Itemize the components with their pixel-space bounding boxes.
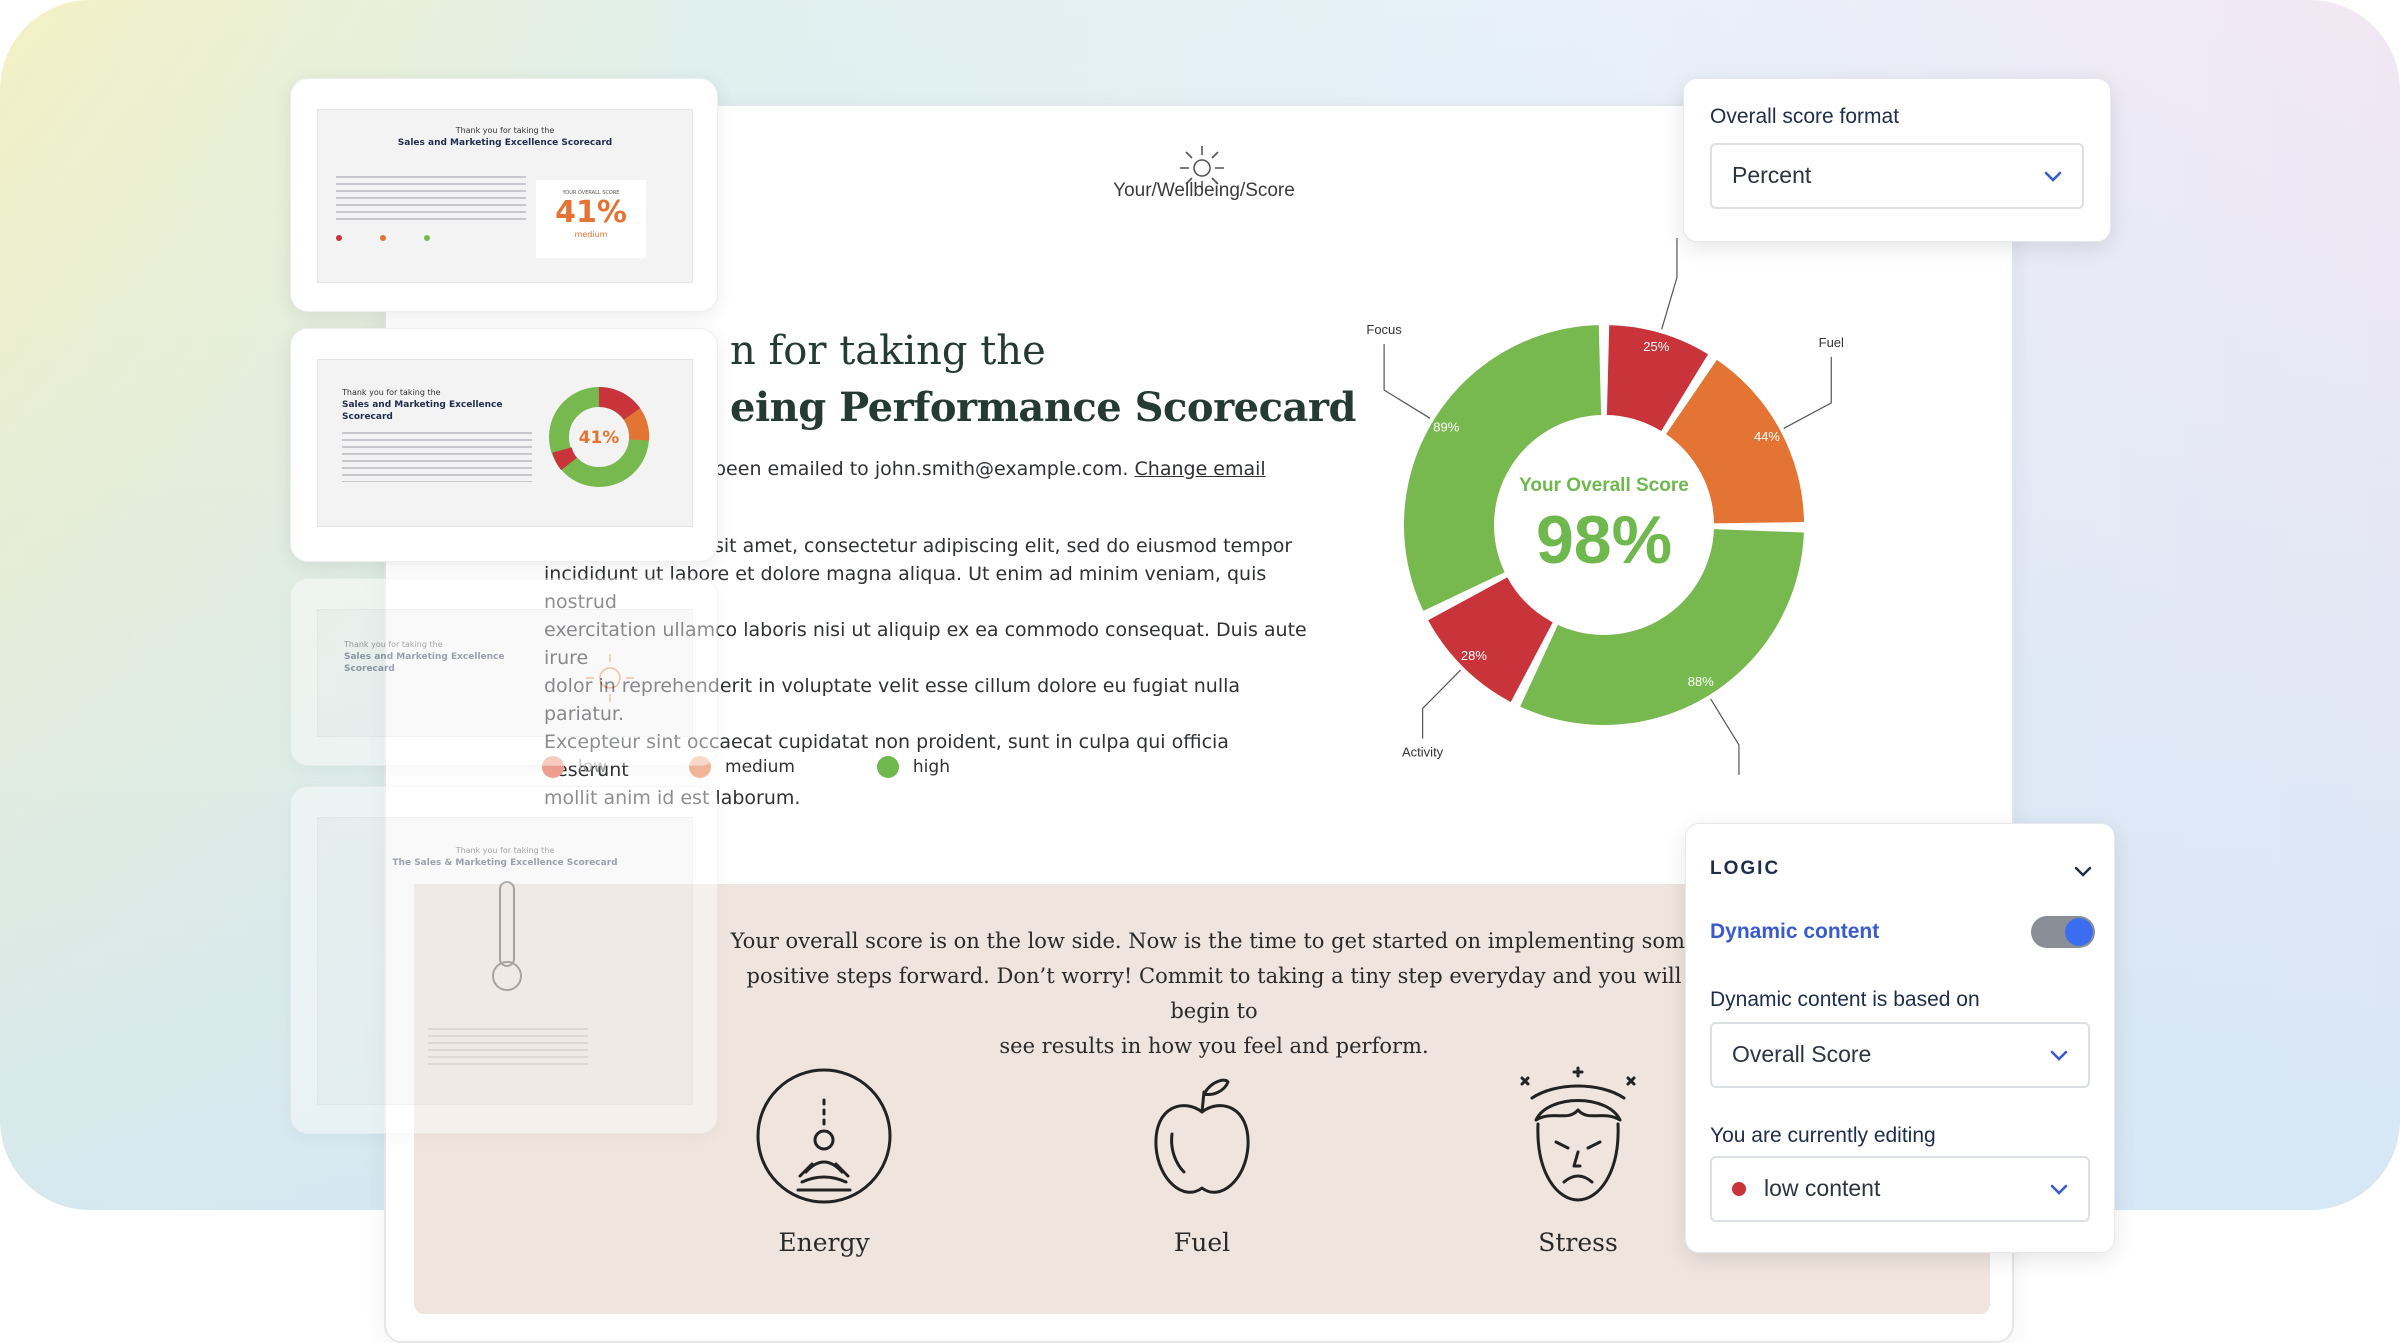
meditation-icon bbox=[756, 1068, 892, 1204]
thumbnail-3[interactable]: Thank you for taking the Sales and Marke… bbox=[290, 578, 718, 766]
based-on-select[interactable]: Overall Score bbox=[1710, 1022, 2090, 1088]
donut-center-label: Your Overall Score bbox=[1519, 475, 1689, 496]
thumb3-sun-icon bbox=[586, 654, 634, 702]
based-on-value: Overall Score bbox=[1732, 1041, 1872, 1067]
thumbnail-2[interactable]: Thank you for taking the Sales and Marke… bbox=[290, 328, 718, 562]
donut-category-label-focus: Focus bbox=[1366, 322, 1402, 337]
editing-label: You are currently editing bbox=[1710, 1124, 1936, 1147]
thumb1-score: 41% bbox=[555, 195, 627, 230]
thumb1-text-block bbox=[336, 176, 526, 220]
donut-value-label-energy: 25% bbox=[1643, 339, 1669, 354]
logic-panel: LOGIC Dynamic content Dynamic content is… bbox=[1685, 823, 2115, 1253]
fuel-block: Fuel bbox=[1092, 1064, 1312, 1257]
thumbnail-1-preview: Thank you for taking the Sales and Marke… bbox=[317, 109, 693, 283]
thumb1-line1: Thank you for taking the bbox=[455, 126, 555, 135]
fuel-label: Fuel bbox=[1173, 1228, 1231, 1257]
energy-label: Energy bbox=[778, 1228, 870, 1257]
thumbnail-1[interactable]: Thank you for taking the Sales and Marke… bbox=[290, 78, 718, 312]
thumb2-text-block bbox=[342, 432, 532, 482]
donut-value-label-activity: 28% bbox=[1461, 648, 1487, 663]
toggle-knob bbox=[2065, 918, 2093, 946]
thermometer-icon bbox=[492, 881, 522, 991]
dynamic-content-label: Dynamic content bbox=[1710, 920, 1880, 943]
thumb1-dot-low bbox=[336, 235, 342, 241]
stressed-face-icon bbox=[1520, 1066, 1636, 1202]
thumbnail-4-preview: Thank you for taking the The Sales & Mar… bbox=[317, 817, 693, 1105]
band-line: positive steps forward. Don’t worry! Com… bbox=[746, 964, 1682, 1023]
energy-block: Energy bbox=[714, 1064, 934, 1257]
band-line: see results in how you feel and perform. bbox=[999, 1034, 1429, 1058]
thumb2-line1: Thank you for taking the bbox=[342, 388, 441, 397]
thumb1-dot-medium bbox=[380, 235, 386, 241]
thumb1-dot-high bbox=[424, 235, 430, 241]
thumbnail-2-preview: Thank you for taking the Sales and Marke… bbox=[317, 359, 693, 527]
legend-item-high: high bbox=[876, 756, 950, 778]
stress-label: Stress bbox=[1538, 1228, 1618, 1257]
donut-svg: 25%Energy44%Fuel88%Stress28%Activity89%F… bbox=[1366, 210, 1844, 796]
chevron-down-icon bbox=[2050, 1050, 2068, 1061]
score-format-value: Percent bbox=[1732, 162, 1812, 188]
thumb4-line2: The Sales & Marketing Excellence Scoreca… bbox=[392, 858, 618, 868]
logic-heading: LOGIC bbox=[1710, 858, 1781, 879]
legend-label-medium: medium bbox=[725, 757, 795, 777]
dynamic-content-toggle[interactable] bbox=[2031, 916, 2095, 948]
collapse-chevron-icon[interactable] bbox=[2072, 860, 2094, 882]
donut-callout-fuel bbox=[1783, 356, 1832, 429]
donut-center-value: 98% bbox=[1536, 502, 1672, 578]
donut-callout-energy bbox=[1661, 231, 1678, 330]
donut-value-label-stress: 88% bbox=[1688, 674, 1714, 689]
donut-callout-focus bbox=[1383, 344, 1431, 419]
stress-block: Stress bbox=[1468, 1064, 1688, 1257]
score-format-label: Overall score format bbox=[1710, 105, 1900, 128]
chevron-down-icon bbox=[2050, 1184, 2068, 1195]
score-donut-chart: 25%Energy44%Fuel88%Stress28%Activity89%F… bbox=[1354, 210, 1854, 796]
thumbnail-4[interactable]: Thank you for taking the The Sales & Mar… bbox=[290, 786, 718, 1134]
based-on-label: Dynamic content is based on bbox=[1710, 988, 1980, 1011]
thumb1-level: medium bbox=[574, 230, 608, 239]
donut-value-label-focus: 89% bbox=[1433, 420, 1459, 435]
thumb2-score: 41% bbox=[578, 428, 620, 448]
editing-select[interactable]: low content bbox=[1710, 1156, 2090, 1222]
report-title-line1: n for taking the bbox=[730, 328, 1046, 374]
apple-icon bbox=[1154, 1078, 1250, 1194]
thumb4-text-block bbox=[428, 1028, 588, 1068]
thumb1-score-box: YOUR OVERALL SCORE 41% medium bbox=[536, 180, 646, 258]
low-content-dot bbox=[1732, 1182, 1746, 1196]
thumb1-legend bbox=[336, 235, 430, 241]
legend-label-high: high bbox=[912, 757, 950, 777]
donut-callout-stress bbox=[1710, 698, 1740, 775]
email-notice-text: been emailed to john.smith@example.com. bbox=[714, 458, 1129, 480]
band-line: Your overall score is on the low side. N… bbox=[730, 929, 1698, 953]
thumbnail-3-preview: Thank you for taking the Sales and Marke… bbox=[317, 609, 693, 737]
thumb3-line3: Scorecard bbox=[344, 664, 395, 674]
thumb2-line3: Scorecard bbox=[342, 412, 393, 422]
thumb3-line1: Thank you for taking the bbox=[344, 640, 443, 649]
donut-category-label-fuel: Fuel bbox=[1819, 335, 1844, 350]
logo-text: Your/Wellbeing/Score bbox=[1113, 180, 1295, 201]
thumb2-line2: Sales and Marketing Excellence bbox=[342, 400, 503, 410]
donut-category-label-activity: Activity bbox=[1402, 744, 1444, 759]
email-notice: been emailed to john.smith@example.com. … bbox=[714, 458, 1266, 480]
band-message: Your overall score is on the low side. N… bbox=[714, 924, 1714, 1064]
editing-value: low content bbox=[1764, 1175, 1881, 1201]
change-email-link[interactable]: Change email bbox=[1135, 458, 1266, 480]
chevron-down-icon bbox=[2044, 171, 2062, 182]
donut-value-label-fuel: 44% bbox=[1754, 429, 1780, 444]
thumb3-line2: Sales and Marketing Excellence bbox=[344, 652, 505, 662]
report-title-line2: eing Performance Scorecard bbox=[730, 384, 1356, 431]
donut-callout-activity bbox=[1422, 669, 1462, 739]
thumb1-line2: Sales and Marketing Excellence Scorecard bbox=[397, 138, 613, 148]
thumb4-line1: Thank you for taking the bbox=[455, 846, 555, 855]
score-format-select[interactable]: Percent bbox=[1710, 143, 2084, 209]
legend-dot-high bbox=[876, 756, 899, 778]
score-format-panel: Overall score format Percent bbox=[1683, 78, 2111, 242]
